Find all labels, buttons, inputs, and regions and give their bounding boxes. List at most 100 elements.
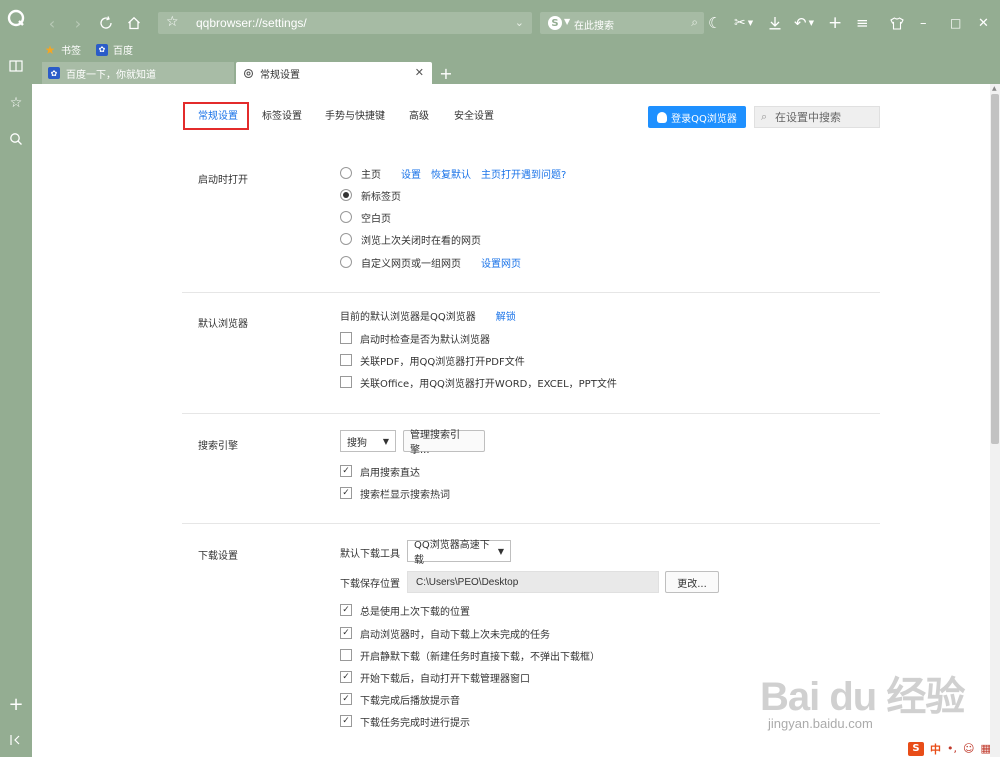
address-url[interactable]: qqbrowser://settings/ <box>196 16 307 30</box>
checkbox-row-hot-words[interactable]: ✓ 搜索栏显示搜索热词 <box>340 486 450 501</box>
baidu-paw-icon: ✿ <box>96 43 108 56</box>
checkbox-row-play-sound[interactable]: ✓ 下载完成后播放提示音 <box>340 692 460 707</box>
baidu-watermark: Bai du 经验 jingyan.baidu.com <box>760 648 970 738</box>
checkbox-row-search-direct[interactable]: ✓ 启用搜索直达 <box>340 464 420 479</box>
download-icon[interactable] <box>768 12 782 34</box>
checkbox-pdf[interactable] <box>340 354 352 366</box>
checkbox-silent-download[interactable] <box>340 649 352 661</box>
radio-new-tab[interactable] <box>340 189 352 201</box>
maximize-icon[interactable]: □ <box>950 12 961 34</box>
checkbox-row-notify-complete[interactable]: ✓ 下载任务完成时进行提示 <box>340 714 470 729</box>
search-icon[interactable]: ⌕ <box>691 15 698 30</box>
book-icon[interactable] <box>6 56 26 76</box>
favorites-star-icon[interactable]: ☆ <box>6 93 26 113</box>
section-divider <box>182 413 880 414</box>
checkbox-label: 下载任务完成时进行提示 <box>360 717 470 729</box>
checkbox-row-office[interactable]: 关联Office，用QQ浏览器打开WORD，EXCEL，PPT文件 <box>340 375 617 390</box>
keyboard-icon[interactable]: ▦ <box>980 742 990 755</box>
bookmarks-bar: ★ 书签 ✿ 百度 <box>32 40 1000 60</box>
search-icon[interactable] <box>6 129 26 149</box>
bookmark-label: 百度 <box>113 46 133 57</box>
settings-tab-advanced[interactable]: 高级 <box>409 104 429 130</box>
sogou-logo-icon[interactable]: S <box>548 16 562 30</box>
checkbox-row-check-default[interactable]: 启动时检查是否为默认浏览器 <box>340 331 490 346</box>
radio-row-new-tab[interactable]: 新标签页 <box>340 188 401 203</box>
checkbox-row-last-location[interactable]: ✓ 总是使用上次下载的位置 <box>340 603 470 618</box>
toolbar-search-placeholder[interactable]: 在此搜索 <box>574 17 614 32</box>
collapse-sidebar-icon[interactable] <box>6 730 26 750</box>
checkbox-open-manager[interactable]: ✓ <box>340 671 352 683</box>
bookmark-item-baidu[interactable]: ✿ 百度 <box>96 42 133 57</box>
checkbox-row-silent-download[interactable]: 开启静默下载（新建任务时直接下载，不弹出下载框） <box>340 648 600 663</box>
minimize-icon[interactable]: – <box>920 12 927 34</box>
checkbox-row-pdf[interactable]: 关联PDF，用QQ浏览器打开PDF文件 <box>340 353 525 368</box>
search-engine-select[interactable]: 搜狗 ▼ <box>340 430 396 452</box>
checkbox-check-default[interactable] <box>340 332 352 344</box>
ime-mode-label[interactable]: 中 <box>930 741 941 757</box>
address-bar[interactable]: ☆ qqbrowser://settings/ ⌄ <box>158 12 532 34</box>
settings-tab-gestures[interactable]: 手势与快捷键 <box>325 104 385 130</box>
download-path-field[interactable]: C:\Users\PEO\Desktop <box>407 571 659 593</box>
night-mode-moon-icon[interactable]: ☾ <box>708 12 721 34</box>
link-restore-default[interactable]: 恢复默认 <box>431 166 471 181</box>
radio-blank[interactable] <box>340 211 352 223</box>
checkbox-hot-words[interactable]: ✓ <box>340 487 352 499</box>
settings-search-input[interactable] <box>775 110 875 125</box>
screenshot-scissors-icon[interactable]: ✂ ▼ <box>734 12 753 34</box>
forward-icon[interactable]: › <box>68 12 88 34</box>
link-set-pages[interactable]: 设置网页 <box>481 255 521 270</box>
bookmark-item-bookmarks[interactable]: ★ 书签 <box>44 42 81 58</box>
chevron-down-icon[interactable]: ⌄ <box>515 16 524 29</box>
checkbox-office[interactable] <box>340 376 352 388</box>
checkbox-resume-downloads[interactable]: ✓ <box>340 627 352 639</box>
toolbar-search-box[interactable]: S ▼ 在此搜索 ⌕ <box>540 12 704 34</box>
link-home-problem[interactable]: 主页打开遇到问题? <box>481 166 566 181</box>
radio-row-custom[interactable]: 自定义网页或一组网页 设置网页 <box>340 255 521 270</box>
login-button[interactable]: 登录QQ浏览器 <box>648 106 746 128</box>
radio-row-home[interactable]: 主页 设置 恢复默认 主页打开遇到问题? <box>340 166 566 181</box>
manage-search-engines-button[interactable]: 管理搜索引擎... <box>403 430 485 456</box>
back-icon[interactable]: ‹ <box>42 12 62 34</box>
bookmark-star-icon[interactable]: ☆ <box>166 14 179 30</box>
refresh-icon[interactable] <box>96 12 116 34</box>
radio-custom[interactable] <box>340 256 352 268</box>
skin-shirt-icon[interactable] <box>890 12 904 34</box>
link-unlock[interactable]: 解锁 <box>496 308 516 323</box>
menu-icon[interactable]: ≡ <box>856 12 869 34</box>
checkbox-label: 总是使用上次下载的位置 <box>360 606 470 618</box>
checkbox-row-open-manager[interactable]: ✓ 开始下载后，自动打开下载管理器窗口 <box>340 670 530 685</box>
undo-icon[interactable]: ↶ ▼ <box>794 12 814 34</box>
engine-dropdown-icon[interactable]: ▼ <box>564 17 570 26</box>
settings-search[interactable]: ⌕ <box>754 106 880 128</box>
radio-last-session[interactable] <box>340 233 352 245</box>
close-window-icon[interactable]: ✕ <box>978 12 989 34</box>
checkbox-search-direct[interactable]: ✓ <box>340 465 352 477</box>
close-tab-icon[interactable]: ✕ <box>415 66 424 79</box>
sogou-ime-icon[interactable]: S <box>908 741 924 756</box>
new-tab-button[interactable]: + <box>438 62 454 84</box>
radio-row-last-session[interactable]: 浏览上次关闭时在看的网页 <box>340 232 481 247</box>
checkbox-play-sound[interactable]: ✓ <box>340 693 352 705</box>
tab-baidu[interactable]: ✿ 百度一下，你就知道 <box>42 62 234 84</box>
new-tab-plus-icon[interactable]: + <box>828 12 842 34</box>
add-icon[interactable]: + <box>6 694 26 715</box>
home-icon[interactable] <box>124 12 144 34</box>
settings-tab-tabs[interactable]: 标签设置 <box>262 104 302 130</box>
radio-home[interactable] <box>340 167 352 179</box>
watermark-url: jingyan.baidu.com <box>768 716 873 731</box>
settings-tab-security[interactable]: 安全设置 <box>454 104 494 130</box>
change-path-button[interactable]: 更改... <box>665 571 719 593</box>
checkbox-row-resume-downloads[interactable]: ✓ 启动浏览器时，自动下载上次未完成的任务 <box>340 626 550 641</box>
checkbox-last-location[interactable]: ✓ <box>340 604 352 616</box>
qq-browser-logo-icon[interactable] <box>6 8 26 28</box>
link-set-home[interactable]: 设置 <box>401 166 421 181</box>
emoji-icon[interactable]: ☺ <box>963 742 974 755</box>
download-tool-select[interactable]: QQ浏览器高速下载 ▼ <box>407 540 511 566</box>
checkbox-notify-complete[interactable]: ✓ <box>340 715 352 727</box>
scrollbar-thumb[interactable] <box>991 94 999 444</box>
punctuation-icon[interactable]: •, <box>947 742 957 755</box>
tab-settings[interactable]: 常规设置 ✕ <box>236 62 432 84</box>
vertical-scrollbar[interactable]: ▲ <box>990 84 1000 757</box>
scroll-up-icon[interactable]: ▲ <box>992 85 997 92</box>
radio-row-blank[interactable]: 空白页 <box>340 210 391 225</box>
